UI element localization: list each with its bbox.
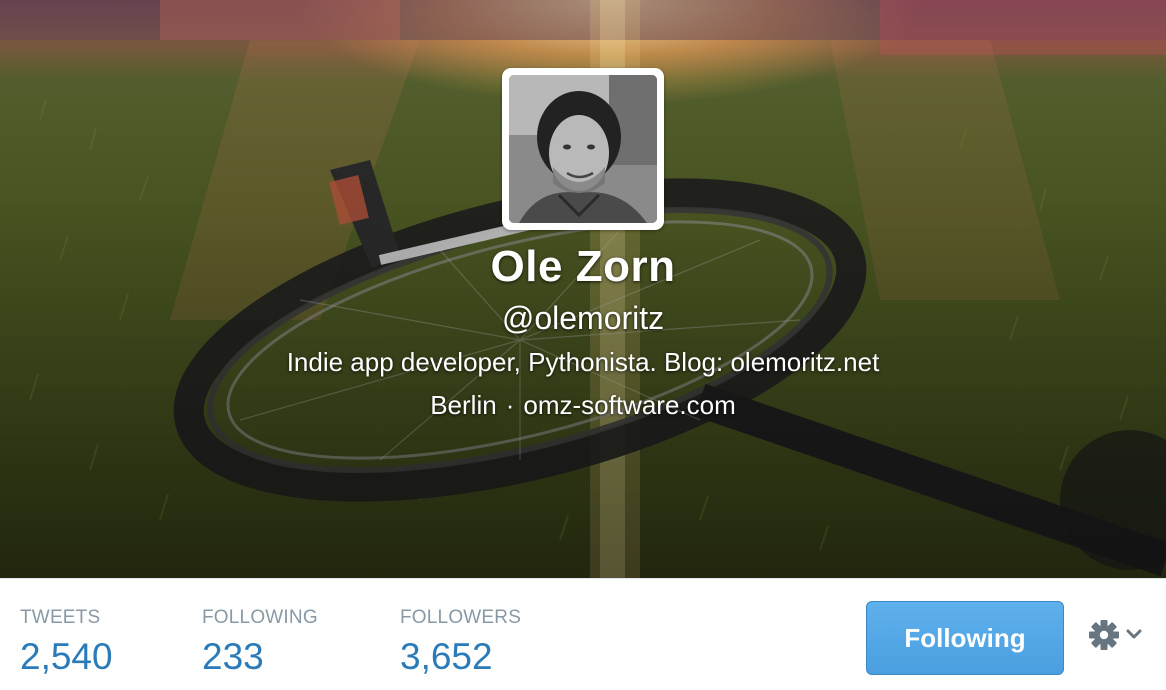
stat-tweets-label: TWEETS: [20, 607, 101, 628]
profile-stats-bar: TWEETS 2,540 FOLLOWING 233 FOLLOWERS 3,6…: [0, 578, 1166, 690]
avatar-photo: [509, 75, 657, 223]
stat-tweets[interactable]: TWEETS 2,540: [20, 607, 113, 679]
profile-header-banner: Ole Zorn @olemoritz Indie app developer,…: [0, 0, 1166, 578]
stat-tweets-value: 2,540: [20, 636, 113, 677]
stat-following-value: 233: [202, 636, 264, 677]
stat-following-label: FOLLOWING: [202, 607, 318, 628]
profile-screen-name[interactable]: @olemoritz: [0, 298, 1166, 338]
gear-icon: [1089, 620, 1119, 650]
profile-page: Ole Zorn @olemoritz Indie app developer,…: [0, 0, 1166, 690]
profile-website-link[interactable]: omz-software.com: [523, 390, 735, 420]
stat-followers-value: 3,652: [400, 636, 493, 677]
stat-followers[interactable]: FOLLOWERS 3,652: [400, 607, 521, 679]
stat-following[interactable]: FOLLOWING 233: [202, 607, 318, 679]
meta-separator: ·: [505, 390, 515, 420]
user-actions-dropdown[interactable]: [1088, 617, 1148, 653]
chevron-down-icon: [1126, 629, 1142, 639]
profile-card: Ole Zorn @olemoritz Indie app developer,…: [0, 236, 1166, 425]
profile-name: Ole Zorn: [490, 242, 676, 291]
following-button[interactable]: Following: [866, 601, 1064, 675]
profile-meta: Berlin · omz-software.com: [0, 385, 1166, 425]
profile-location: Berlin: [430, 390, 497, 420]
profile-bio: Indie app developer, Pythonista. Blog: o…: [286, 347, 880, 377]
stat-followers-label: FOLLOWERS: [400, 607, 522, 628]
avatar-portrait: [509, 75, 657, 223]
avatar[interactable]: [502, 68, 664, 230]
